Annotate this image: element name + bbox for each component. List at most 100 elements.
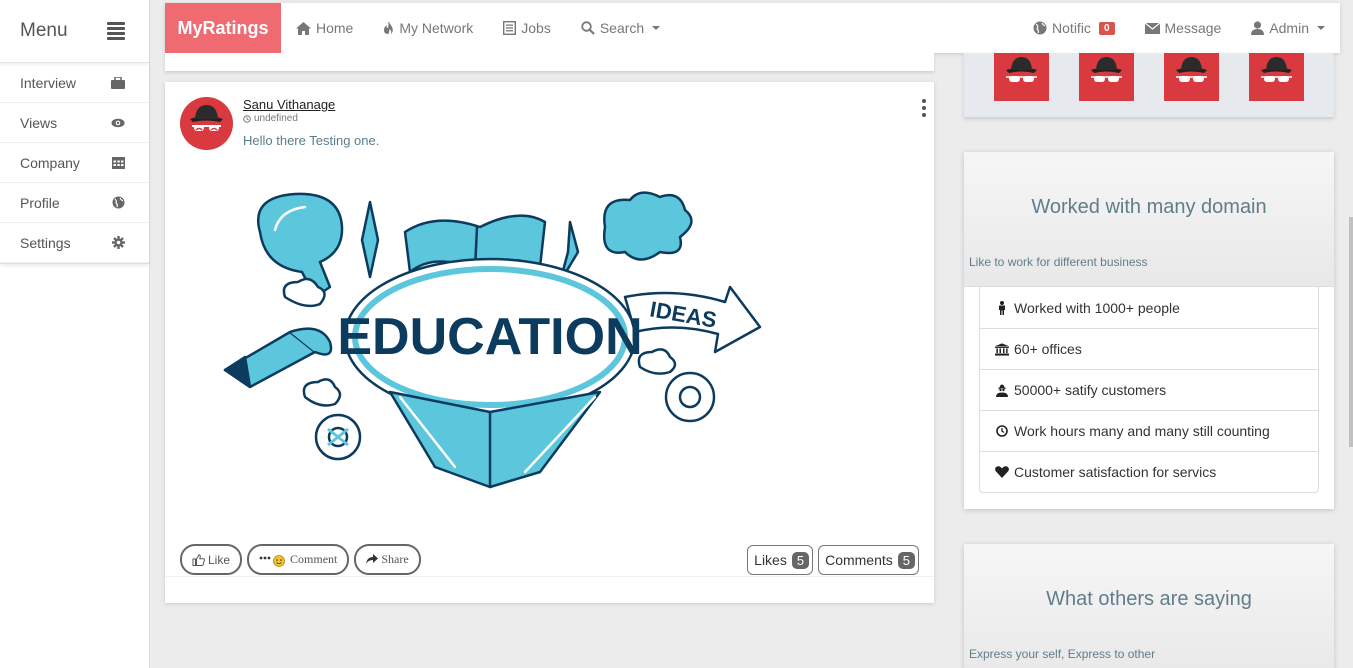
testimonials-panel: What others are saying Express your self… bbox=[964, 544, 1334, 668]
likes-count-label: Likes bbox=[754, 552, 787, 568]
nav-search[interactable]: Search bbox=[581, 20, 661, 36]
nav-notifications-label: Notific bbox=[1052, 20, 1091, 36]
post-text: Hello there Testing one. bbox=[243, 133, 380, 148]
briefcase-icon bbox=[111, 76, 125, 90]
testimonials-panel-subtitle: Express your self, Express to other bbox=[969, 647, 1156, 661]
clock-icon bbox=[243, 114, 251, 123]
eye-icon bbox=[111, 116, 125, 130]
brand-logo[interactable]: MyRatings bbox=[165, 3, 281, 53]
notification-count-badge: 0 bbox=[1098, 21, 1115, 35]
post-actions: Like Comment Share bbox=[180, 544, 421, 575]
share-button-label: Share bbox=[381, 552, 409, 566]
sidebar-item-company[interactable]: Company bbox=[0, 143, 149, 183]
like-button[interactable]: Like bbox=[180, 544, 243, 575]
domain-panel: Worked with many domain Like to work for… bbox=[964, 152, 1334, 509]
post-image: EDUCATION IDEAS bbox=[223, 191, 762, 489]
sidebar-item-views[interactable]: Views bbox=[0, 103, 149, 143]
sidebar-item-profile[interactable]: Profile bbox=[0, 183, 149, 223]
list-item: 60+ offices bbox=[980, 328, 1318, 369]
nav-jobs-label: Jobs bbox=[521, 20, 551, 36]
friends-strip bbox=[964, 53, 1334, 117]
sidebar-header: Menu bbox=[0, 0, 149, 63]
domain-panel-subtitle: Like to work for different business bbox=[969, 255, 1148, 269]
list-icon bbox=[503, 21, 517, 35]
domain-list: Worked with 1000+ people 60+ offices 500… bbox=[979, 287, 1319, 493]
clock-icon bbox=[996, 425, 1008, 437]
menu-title: Menu bbox=[20, 20, 68, 41]
search-icon bbox=[581, 21, 595, 35]
post-author[interactable]: Sanu Vithanage bbox=[243, 97, 335, 112]
nav-my-network[interactable]: My Network bbox=[383, 20, 473, 36]
friend-avatar[interactable] bbox=[1079, 53, 1134, 101]
nav-search-label: Search bbox=[599, 20, 645, 36]
smiley-icon bbox=[259, 554, 285, 567]
likes-count-button[interactable]: Likes 5 bbox=[747, 545, 814, 575]
envelope-icon bbox=[1144, 22, 1160, 34]
sidebar: Menu Interview Views Company Profile Set… bbox=[0, 0, 150, 668]
gear-icon bbox=[111, 236, 125, 250]
post-footer-divider bbox=[165, 576, 934, 577]
share-icon bbox=[366, 554, 379, 564]
sidebar-item-label: Views bbox=[20, 114, 58, 131]
nav-jobs[interactable]: Jobs bbox=[503, 20, 551, 36]
comment-button-label: Comment bbox=[290, 552, 338, 566]
nav-message[interactable]: Message bbox=[1144, 20, 1222, 36]
author-avatar[interactable] bbox=[180, 97, 233, 150]
list-item-text: Work hours many and many still counting bbox=[1014, 423, 1270, 439]
post-card: Sanu Vithanage undefined Hello there Tes… bbox=[165, 82, 934, 603]
list-item: Worked with 1000+ people bbox=[980, 287, 1318, 328]
sidebar-item-label: Company bbox=[20, 154, 80, 171]
thumbs-up-icon bbox=[192, 553, 205, 566]
post-time: undefined bbox=[243, 113, 298, 124]
nav-my-network-label: My Network bbox=[399, 20, 474, 36]
list-item: 50000+ satify customers bbox=[980, 369, 1318, 410]
sidebar-item-label: Settings bbox=[20, 234, 71, 251]
testimonials-panel-title: What others are saying bbox=[1046, 588, 1252, 610]
list-item-text: Worked with 1000+ people bbox=[1014, 299, 1180, 316]
top-navbar: MyRatings Home My Network Jobs Search No… bbox=[165, 3, 1340, 53]
list-item-text: 50000+ satify customers bbox=[1014, 382, 1167, 398]
list-item-text: 60+ offices bbox=[1014, 341, 1082, 357]
user-secret-icon bbox=[996, 384, 1008, 397]
comments-count-label: Comments bbox=[825, 552, 893, 568]
domain-panel-title: Worked with many domain bbox=[1031, 196, 1267, 218]
list-item-text: Customer satisfaction for servics bbox=[1014, 464, 1217, 480]
nav-message-label: Message bbox=[1164, 20, 1222, 36]
comment-button[interactable]: Comment bbox=[247, 544, 350, 575]
post-time-label: undefined bbox=[254, 113, 298, 124]
globe-icon bbox=[111, 196, 125, 210]
fire-icon bbox=[384, 21, 394, 34]
list-item: Work hours many and many still counting bbox=[980, 410, 1318, 451]
like-button-label: Like bbox=[208, 552, 231, 567]
page-scrollbar[interactable] bbox=[1349, 217, 1353, 447]
user-icon bbox=[1251, 21, 1265, 35]
hamburger-icon[interactable] bbox=[107, 22, 125, 40]
globe-icon bbox=[1033, 21, 1047, 35]
nav-home[interactable]: Home bbox=[296, 20, 353, 36]
calendar-icon bbox=[111, 156, 125, 170]
friend-avatar[interactable] bbox=[1249, 53, 1304, 101]
chevron-down-icon bbox=[1317, 26, 1325, 30]
sidebar-item-settings[interactable]: Settings bbox=[0, 223, 149, 263]
sidebar-item-interview[interactable]: Interview bbox=[0, 63, 149, 103]
friend-avatar[interactable] bbox=[994, 53, 1049, 101]
sidebar-item-label: Profile bbox=[20, 194, 60, 211]
previous-post-card bbox=[165, 53, 934, 71]
nav-admin[interactable]: Admin bbox=[1251, 20, 1325, 36]
share-button[interactable]: Share bbox=[354, 544, 421, 575]
heart-icon bbox=[995, 466, 1009, 478]
friend-avatar[interactable] bbox=[1164, 53, 1219, 101]
likes-count-badge: 5 bbox=[791, 551, 810, 569]
list-item: Customer satisfaction for servics bbox=[980, 451, 1318, 492]
bank-icon bbox=[995, 342, 1009, 356]
more-options-icon[interactable] bbox=[922, 99, 926, 117]
post-counts: Likes 5 Comments 5 bbox=[747, 545, 919, 575]
domain-panel-header: Worked with many domain Like to work for… bbox=[964, 152, 1334, 287]
comments-count-button[interactable]: Comments 5 bbox=[818, 545, 919, 575]
sidebar-menu: Interview Views Company Profile Settings bbox=[0, 63, 149, 264]
nav-notifications[interactable]: Notific 0 bbox=[1033, 20, 1115, 36]
sidebar-item-label: Interview bbox=[20, 74, 77, 91]
nav-right-group: Notific 0 Message Admin bbox=[1018, 20, 1340, 36]
testimonials-panel-header: What others are saying Express your self… bbox=[964, 544, 1334, 668]
chevron-down-icon bbox=[652, 26, 661, 30]
